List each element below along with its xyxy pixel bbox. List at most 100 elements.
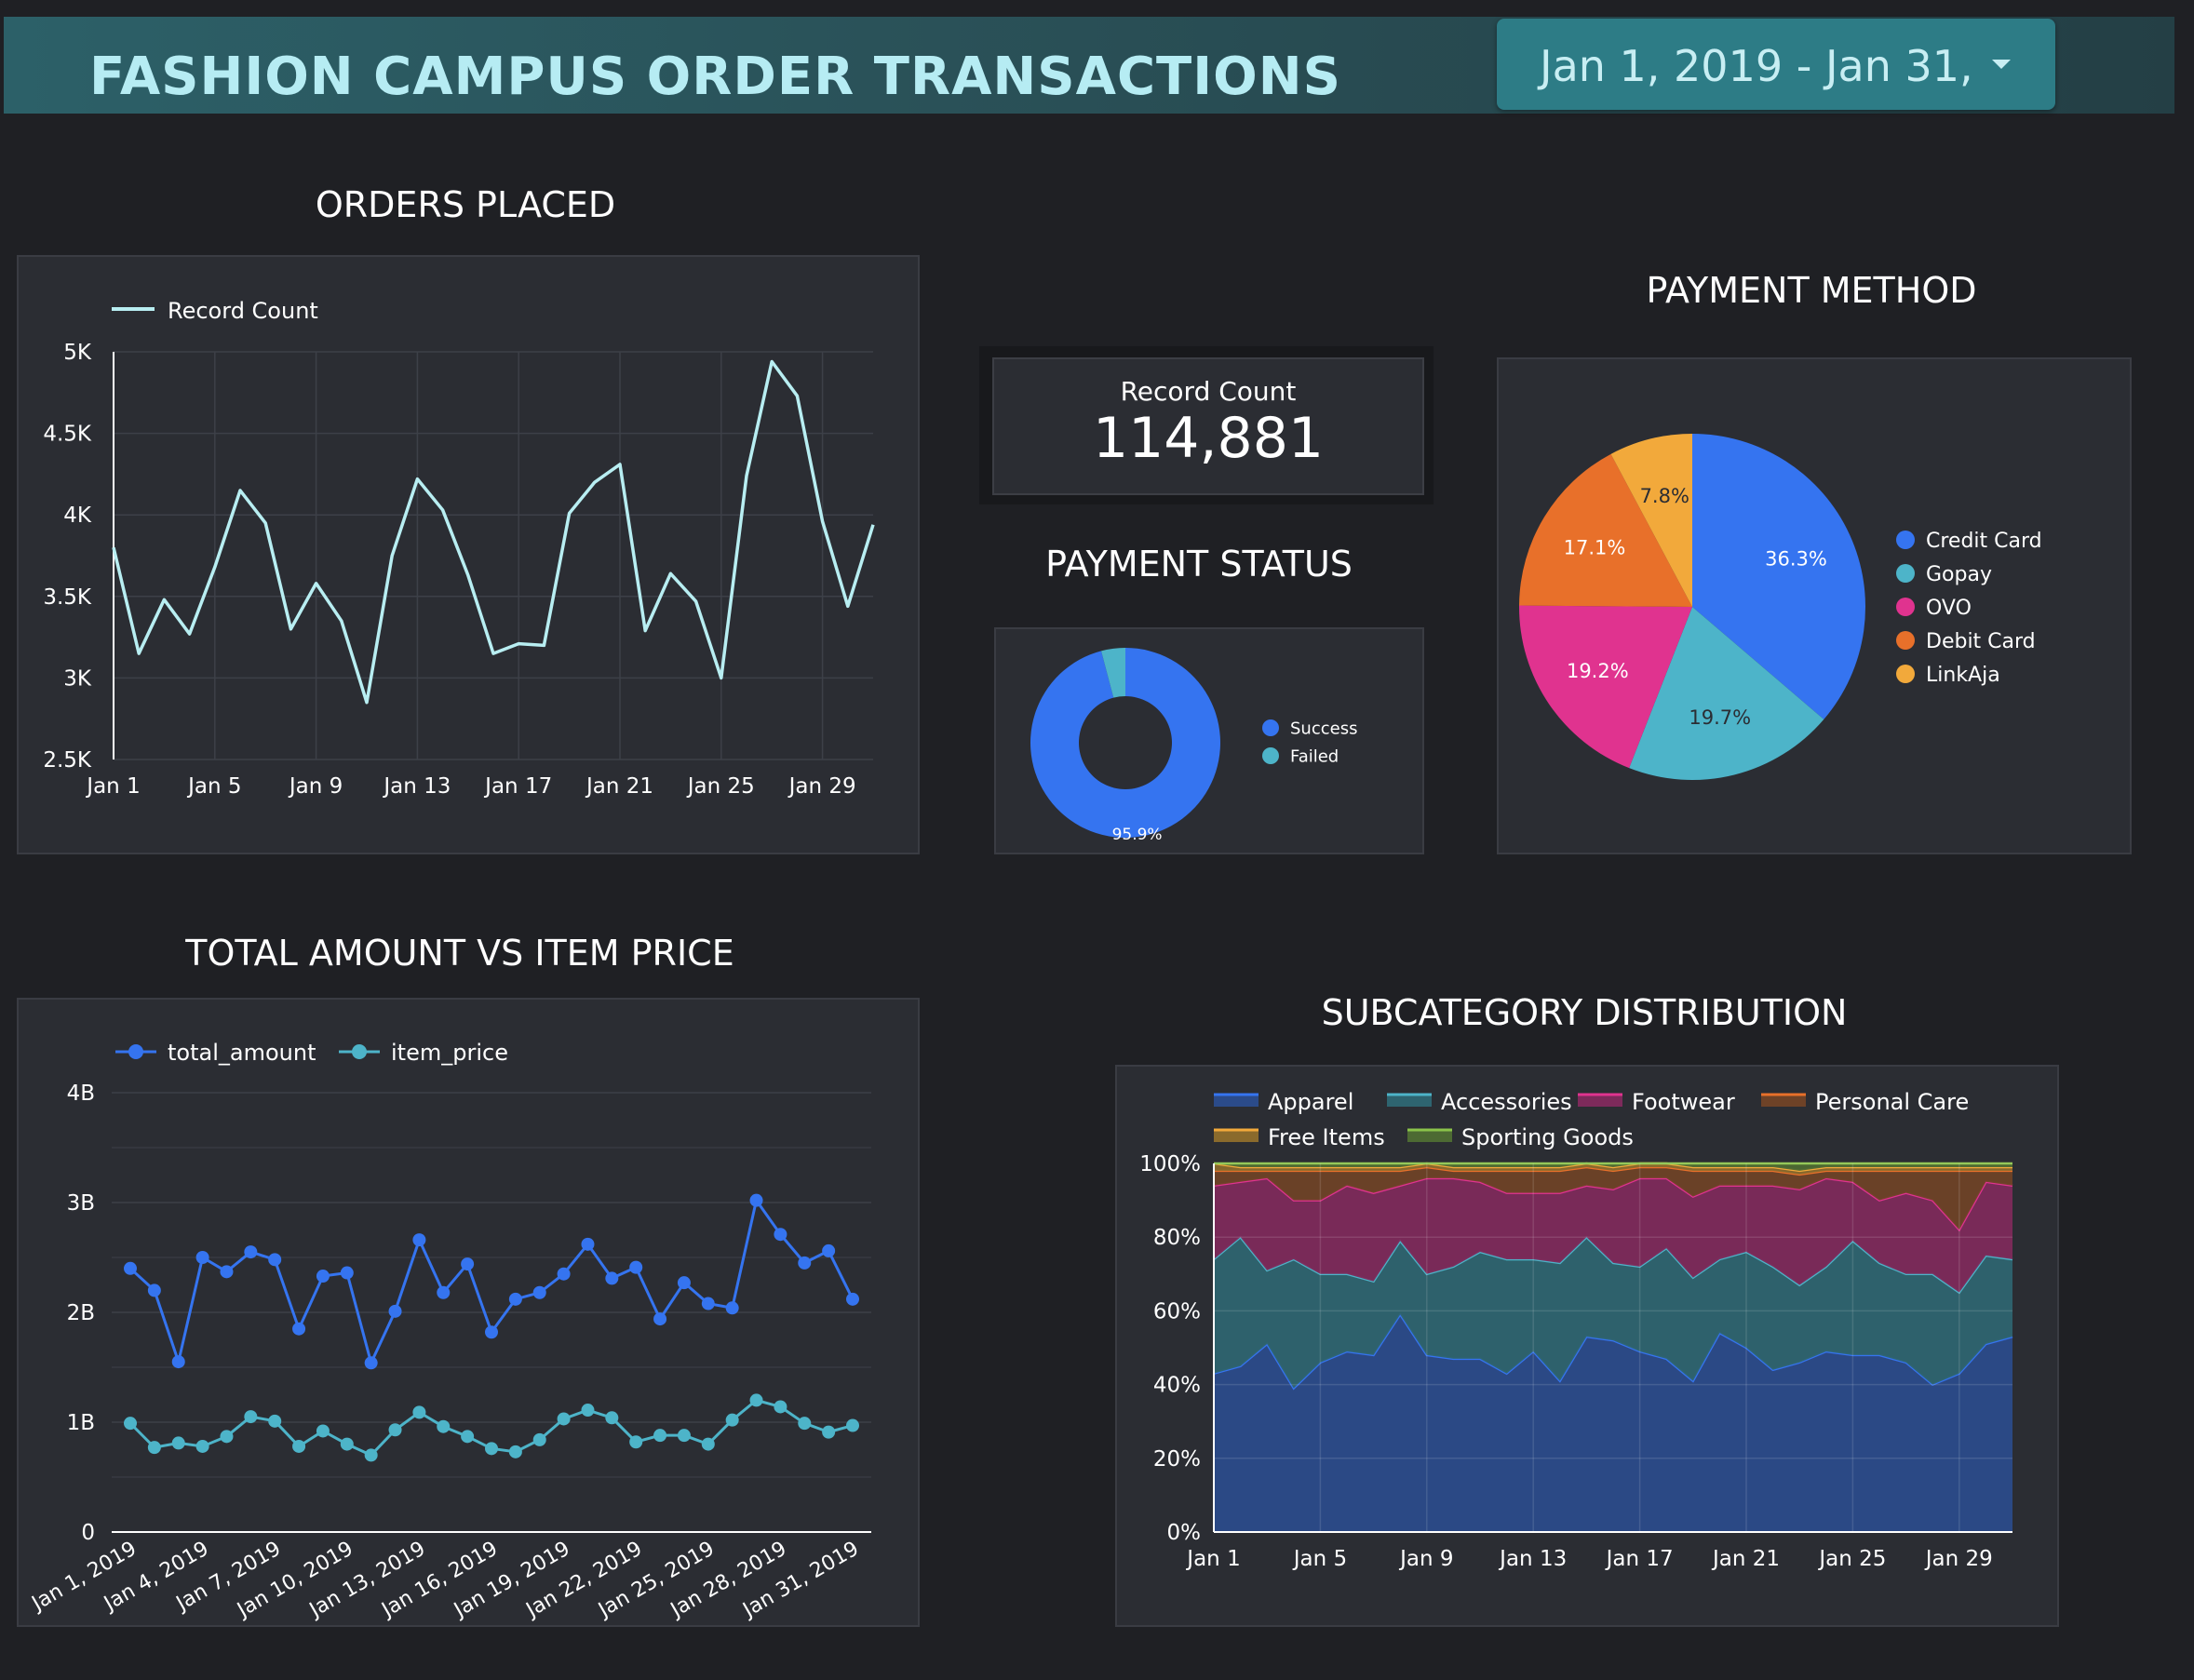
legend-label: Sporting Goods (1461, 1124, 1634, 1150)
legend-swatch (1896, 665, 1915, 683)
data-point-item_price[interactable] (244, 1410, 258, 1424)
x-tick-label: Jan 21 (1711, 1547, 1780, 1571)
legend-label: total_amount (168, 1040, 316, 1066)
data-point-item_price[interactable] (532, 1432, 546, 1446)
data-point-total_amount[interactable] (798, 1256, 812, 1270)
data-point-item_price[interactable] (653, 1429, 667, 1443)
data-point-total_amount[interactable] (412, 1233, 426, 1247)
data-point-total_amount[interactable] (629, 1260, 643, 1274)
data-point-total_amount[interactable] (437, 1285, 451, 1299)
payment-method-card: 36.3% 19.7% 19.2% 17.1% 7.8% Credit Card Gopay… (1497, 357, 2132, 854)
legend-label: OVO (1926, 597, 1972, 620)
data-point-total_amount[interactable] (532, 1285, 546, 1299)
data-point-item_price[interactable] (701, 1437, 715, 1451)
data-point-total_amount[interactable] (364, 1356, 378, 1370)
data-point-total_amount[interactable] (292, 1322, 306, 1336)
data-point-item_price[interactable] (485, 1442, 498, 1456)
data-point-item_price[interactable] (461, 1430, 475, 1444)
data-point-item_price[interactable] (316, 1424, 330, 1438)
data-point-total_amount[interactable] (822, 1243, 836, 1257)
data-point-item_price[interactable] (195, 1439, 209, 1453)
legend-label: Failed (1290, 746, 1339, 766)
data-point-item_price[interactable] (220, 1430, 234, 1444)
slice-label: 36.3% (1765, 548, 1827, 571)
data-point-total_amount[interactable] (124, 1261, 137, 1275)
data-point-total_amount[interactable] (171, 1355, 185, 1369)
data-point-total_amount[interactable] (340, 1266, 354, 1280)
data-point-total_amount[interactable] (701, 1297, 715, 1310)
chevron-down-icon[interactable] (1992, 60, 2011, 69)
y-tick-label: 0% (1167, 1521, 1202, 1545)
data-point-total_amount[interactable] (725, 1301, 739, 1315)
x-tick-label: Jan 5 (186, 774, 241, 799)
y-tick-label: 4.5K (43, 423, 92, 447)
data-point-item_price[interactable] (147, 1441, 161, 1455)
data-point-total_amount[interactable] (316, 1270, 330, 1284)
data-point-item_price[interactable] (677, 1429, 691, 1443)
y-tick-label: 2B (67, 1301, 95, 1325)
x-tick-label: Jan 9 (1398, 1547, 1453, 1571)
data-point-total_amount[interactable] (846, 1292, 859, 1306)
slice-label: 95.9% (1112, 826, 1163, 844)
data-point-item_price[interactable] (581, 1404, 595, 1418)
data-point-total_amount[interactable] (388, 1304, 402, 1318)
data-point-item_price[interactable] (292, 1439, 306, 1453)
data-point-item_price[interactable] (268, 1414, 282, 1428)
data-point-total_amount[interactable] (653, 1312, 667, 1326)
data-point-item_price[interactable] (749, 1393, 763, 1407)
data-point-total_amount[interactable] (677, 1276, 691, 1290)
data-point-item_price[interactable] (557, 1412, 571, 1426)
data-point-total_amount[interactable] (581, 1237, 595, 1251)
data-point-item_price[interactable] (508, 1445, 522, 1458)
data-point-item_price[interactable] (846, 1418, 859, 1432)
orders-title: ORDERS PLACED (315, 184, 616, 225)
data-point-total_amount[interactable] (268, 1253, 282, 1267)
payment-status-title: PAYMENT STATUS (1045, 544, 1353, 585)
data-point-item_price[interactable] (388, 1423, 402, 1437)
data-point-item_price[interactable] (629, 1435, 643, 1449)
data-point-item_price[interactable] (437, 1419, 451, 1433)
data-point-total_amount[interactable] (749, 1193, 763, 1207)
amount-vs-price-chart: total_amount item_price01B2B3B4BJan 1, 20… (27, 1040, 871, 1623)
legend-label: item_price (391, 1040, 508, 1066)
data-point-total_amount[interactable] (195, 1251, 209, 1264)
legend-label: Accessories (1441, 1089, 1572, 1115)
data-point-total_amount[interactable] (461, 1257, 475, 1271)
y-tick-label: 3B (67, 1191, 95, 1216)
data-point-item_price[interactable] (725, 1413, 739, 1427)
y-tick-label: 4K (63, 504, 92, 528)
data-point-total_amount[interactable] (485, 1325, 498, 1339)
data-point-total_amount[interactable] (774, 1228, 787, 1242)
x-tick-label: Jan 29 (787, 774, 856, 799)
x-tick-label: Jan 1 (85, 774, 140, 799)
data-point-total_amount[interactable] (220, 1265, 234, 1279)
data-point-item_price[interactable] (364, 1448, 378, 1462)
data-point-item_price[interactable] (605, 1411, 619, 1425)
x-tick-label: Jan 13 (1498, 1547, 1567, 1571)
y-tick-label: 20% (1153, 1447, 1201, 1472)
x-tick-label: Jan 17 (483, 774, 552, 799)
legend-marker (352, 1044, 367, 1059)
data-point-item_price[interactable] (822, 1425, 836, 1439)
payment-method-title: PAYMENT METHOD (1646, 270, 1977, 311)
orders-line-chart: Record Count 2.5K 3K 3.5K 4K 4.5K 5K Jan 1 Jan 5… (43, 298, 875, 799)
x-tick-label: Jan 17 (1605, 1547, 1674, 1571)
data-point-total_amount[interactable] (244, 1245, 258, 1259)
data-point-total_amount[interactable] (508, 1292, 522, 1306)
x-tick-label: Jan 25 (1817, 1547, 1886, 1571)
data-point-item_price[interactable] (774, 1400, 787, 1414)
data-point-item_price[interactable] (798, 1417, 812, 1431)
x-tick-label: Jan 21 (585, 774, 653, 799)
legend-swatch (1896, 631, 1915, 650)
data-point-total_amount[interactable] (605, 1271, 619, 1285)
data-point-item_price[interactable] (171, 1436, 185, 1450)
series-line-record-count (112, 359, 875, 705)
data-point-item_price[interactable] (340, 1437, 354, 1451)
data-point-item_price[interactable] (124, 1417, 137, 1431)
date-range-picker[interactable]: Jan 1, 2019 - Jan 31, (1497, 19, 2055, 110)
y-tick-label: 4B (67, 1082, 95, 1106)
data-point-total_amount[interactable] (557, 1267, 571, 1281)
scorecard-label: Record Count (1120, 376, 1297, 407)
data-point-item_price[interactable] (412, 1405, 426, 1419)
data-point-total_amount[interactable] (147, 1284, 161, 1297)
